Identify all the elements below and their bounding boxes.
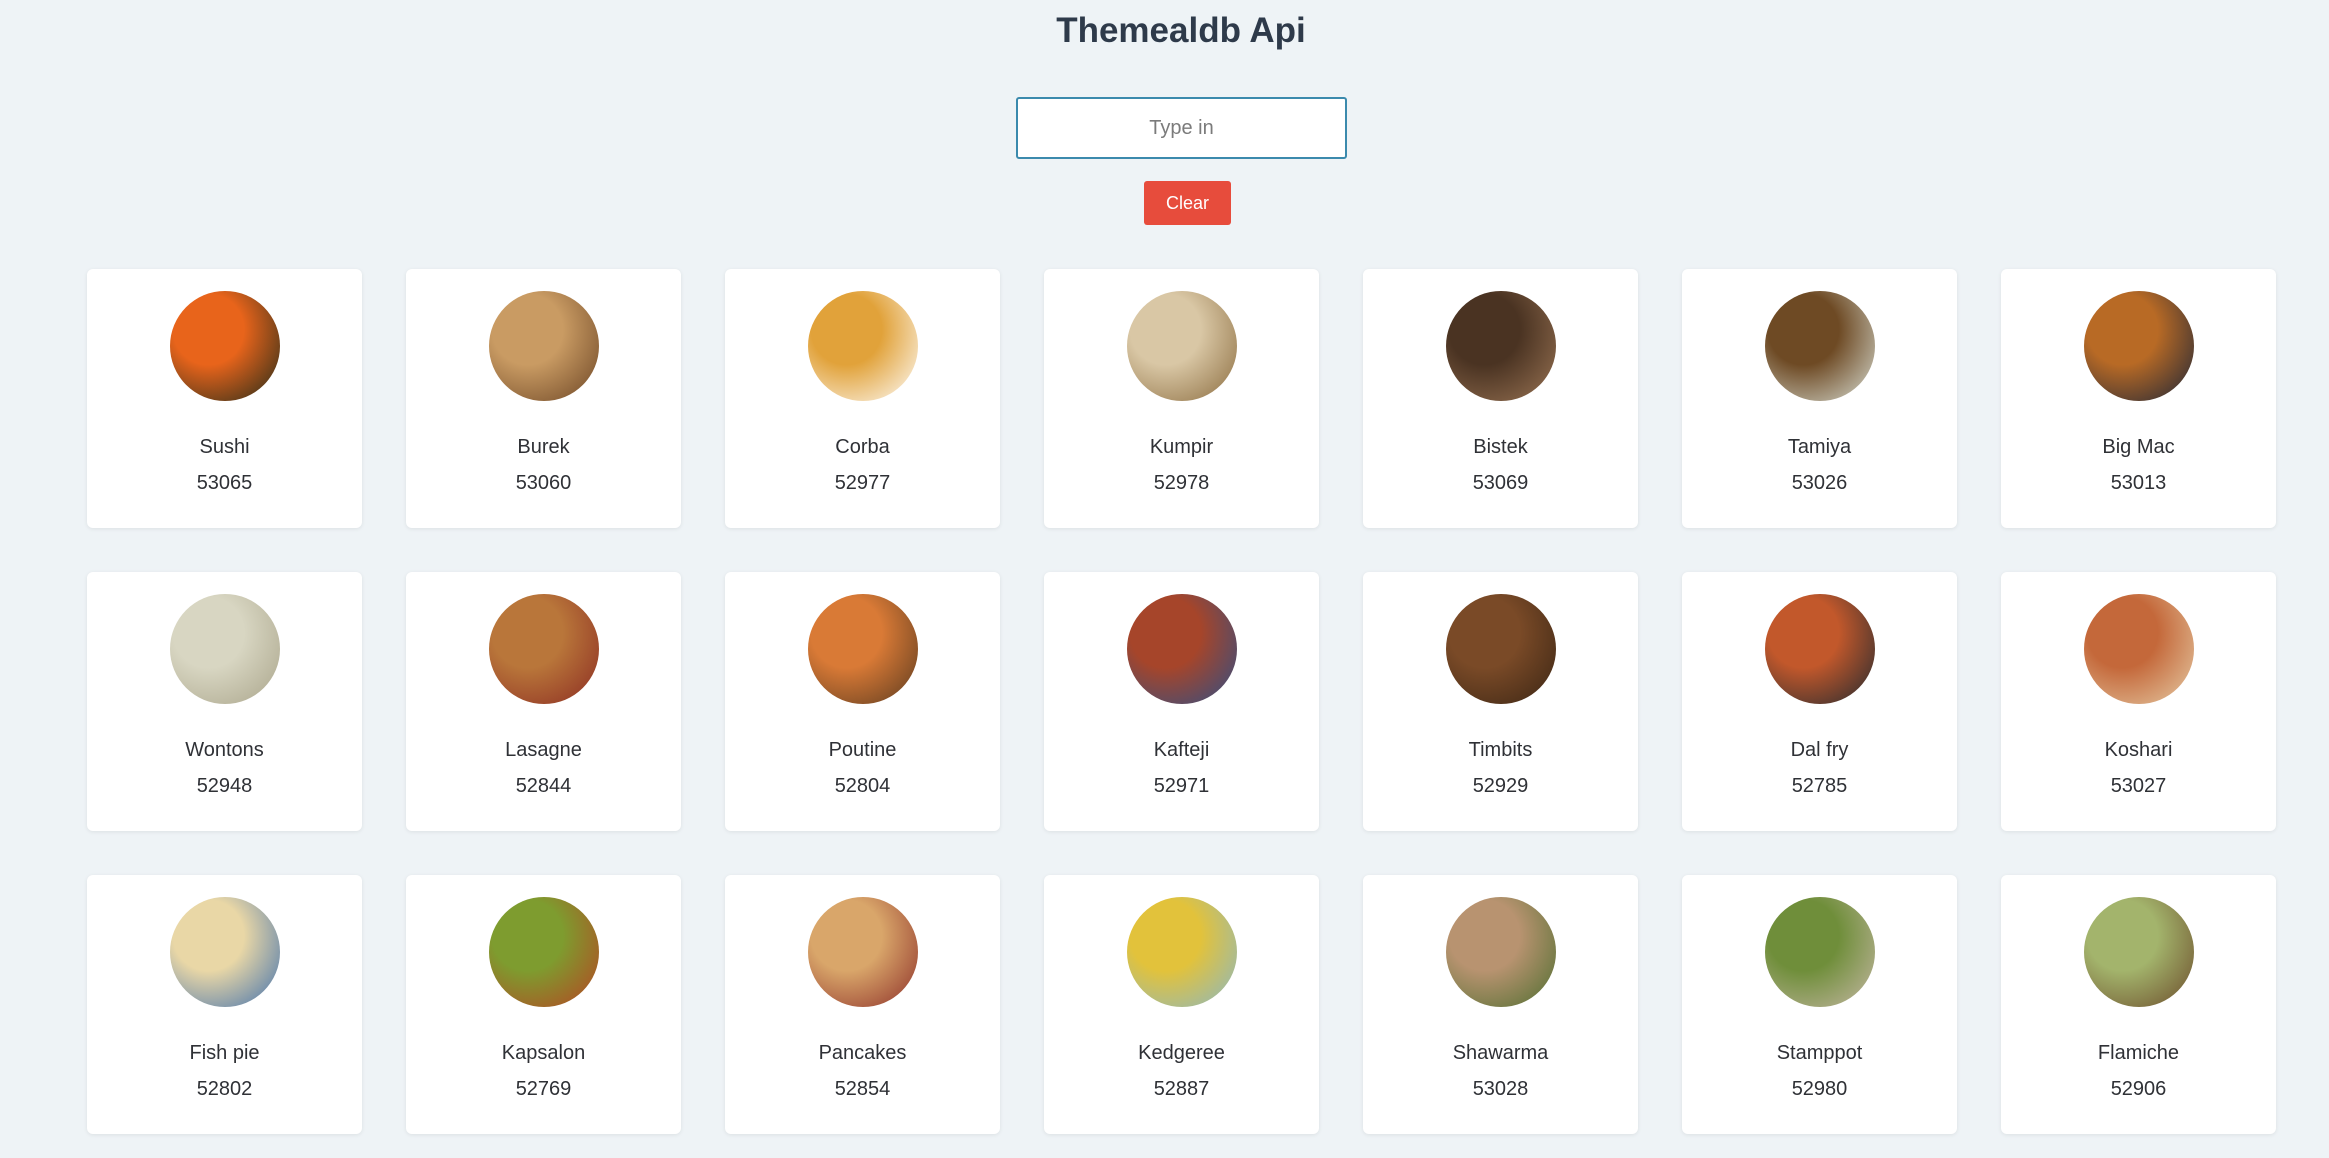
meal-card[interactable]: Tamiya 53026 — [1682, 269, 1957, 528]
meal-id: 52929 — [1472, 775, 1529, 797]
meal-image — [807, 897, 918, 1007]
meal-id: 52887 — [1153, 1078, 1210, 1100]
meal-name: Flamiche — [2097, 1042, 2180, 1064]
meal-image — [488, 897, 599, 1007]
meal-card[interactable]: Burek 53060 — [406, 269, 681, 528]
meal-id: 52971 — [1153, 775, 1210, 797]
meal-card[interactable]: Big Mac 53013 — [2001, 269, 2276, 528]
meal-id: 52978 — [1153, 472, 1210, 494]
meal-id: 52980 — [1791, 1078, 1848, 1100]
meal-card[interactable]: Sushi 53065 — [87, 269, 362, 528]
meal-id: 52802 — [196, 1078, 253, 1100]
meal-card[interactable]: Kumpir 52978 — [1044, 269, 1319, 528]
meal-image — [169, 291, 280, 401]
meal-card[interactable]: Kapsalon 52769 — [406, 875, 681, 1134]
meal-grid: Sushi 53065 Burek 53060 Corba 52977 Kumpir 5297… — [87, 269, 2277, 1134]
meal-image — [1764, 897, 1875, 1007]
meal-card[interactable]: Stamppot 52980 — [1682, 875, 1957, 1134]
page-title: Themealdb Api — [1056, 11, 1306, 50]
meal-card[interactable]: Shawarma 53028 — [1363, 875, 1638, 1134]
meal-name: Big Mac — [2102, 436, 2175, 458]
meal-name: Sushi — [199, 436, 250, 458]
meal-id: 53027 — [2110, 775, 2167, 797]
meal-name: Stamppot — [1776, 1042, 1863, 1064]
meal-card[interactable]: Fish pie 52802 — [87, 875, 362, 1134]
meal-image — [2083, 291, 2194, 401]
meal-card[interactable]: Poutine 52804 — [725, 572, 1000, 831]
meal-image — [169, 594, 280, 704]
meal-image — [2083, 897, 2194, 1007]
meal-card[interactable]: Kedgeree 52887 — [1044, 875, 1319, 1134]
meal-name: Wontons — [185, 739, 264, 761]
meal-id: 52769 — [515, 1078, 572, 1100]
meal-card[interactable]: Lasagne 52844 — [406, 572, 681, 831]
meal-name: Shawarma — [1452, 1042, 1549, 1064]
meal-id: 53028 — [1472, 1078, 1529, 1100]
meal-image — [1445, 594, 1556, 704]
meal-name: Fish pie — [189, 1042, 260, 1064]
meal-image — [1126, 291, 1237, 401]
meal-name: Corba — [835, 436, 890, 458]
meal-id: 52948 — [196, 775, 253, 797]
meal-card[interactable]: Koshari 53027 — [2001, 572, 2276, 831]
meal-id: 53069 — [1472, 472, 1529, 494]
meal-card[interactable]: Corba 52977 — [725, 269, 1000, 528]
meal-card[interactable]: Dal fry 52785 — [1682, 572, 1957, 831]
meal-id: 52906 — [2110, 1078, 2167, 1100]
meal-image — [1445, 291, 1556, 401]
meal-id: 52854 — [834, 1078, 891, 1100]
meal-name: Poutine — [828, 739, 897, 761]
meal-image — [169, 897, 280, 1007]
meal-card[interactable]: Kafteji 52971 — [1044, 572, 1319, 831]
meal-id: 52844 — [515, 775, 572, 797]
search-input[interactable] — [1016, 97, 1347, 159]
meal-name: Kedgeree — [1138, 1042, 1225, 1064]
meal-id: 53060 — [515, 472, 572, 494]
clear-button[interactable]: Clear — [1144, 181, 1231, 225]
meal-id: 52804 — [834, 775, 891, 797]
meal-name: Kafteji — [1153, 739, 1210, 761]
meal-image — [1126, 897, 1237, 1007]
meal-card[interactable]: Wontons 52948 — [87, 572, 362, 831]
meal-image — [1764, 594, 1875, 704]
meal-name: Koshari — [2104, 739, 2173, 761]
meal-image — [488, 291, 599, 401]
meal-id: 52977 — [834, 472, 891, 494]
meal-card[interactable]: Bistek 53069 — [1363, 269, 1638, 528]
meal-name: Tamiya — [1787, 436, 1852, 458]
meal-name: Lasagne — [505, 739, 582, 761]
meal-name: Burek — [517, 436, 570, 458]
meal-image — [807, 291, 918, 401]
meal-image — [1445, 897, 1556, 1007]
meal-name: Timbits — [1468, 739, 1533, 761]
meal-id: 52785 — [1791, 775, 1848, 797]
meal-id: 53026 — [1791, 472, 1848, 494]
meal-name: Bistek — [1473, 436, 1528, 458]
meal-image — [1126, 594, 1237, 704]
meal-name: Kumpir — [1149, 436, 1214, 458]
meal-name: Pancakes — [818, 1042, 907, 1064]
meal-card[interactable]: Flamiche 52906 — [2001, 875, 2276, 1134]
meal-card[interactable]: Pancakes 52854 — [725, 875, 1000, 1134]
meal-image — [2083, 594, 2194, 704]
meal-image — [807, 594, 918, 704]
meal-name: Kapsalon — [501, 1042, 586, 1064]
meal-image — [488, 594, 599, 704]
meal-card[interactable]: Timbits 52929 — [1363, 572, 1638, 831]
meal-id: 53065 — [196, 472, 253, 494]
meal-name: Dal fry — [1790, 739, 1849, 761]
meal-image — [1764, 291, 1875, 401]
meal-id: 53013 — [2110, 472, 2167, 494]
